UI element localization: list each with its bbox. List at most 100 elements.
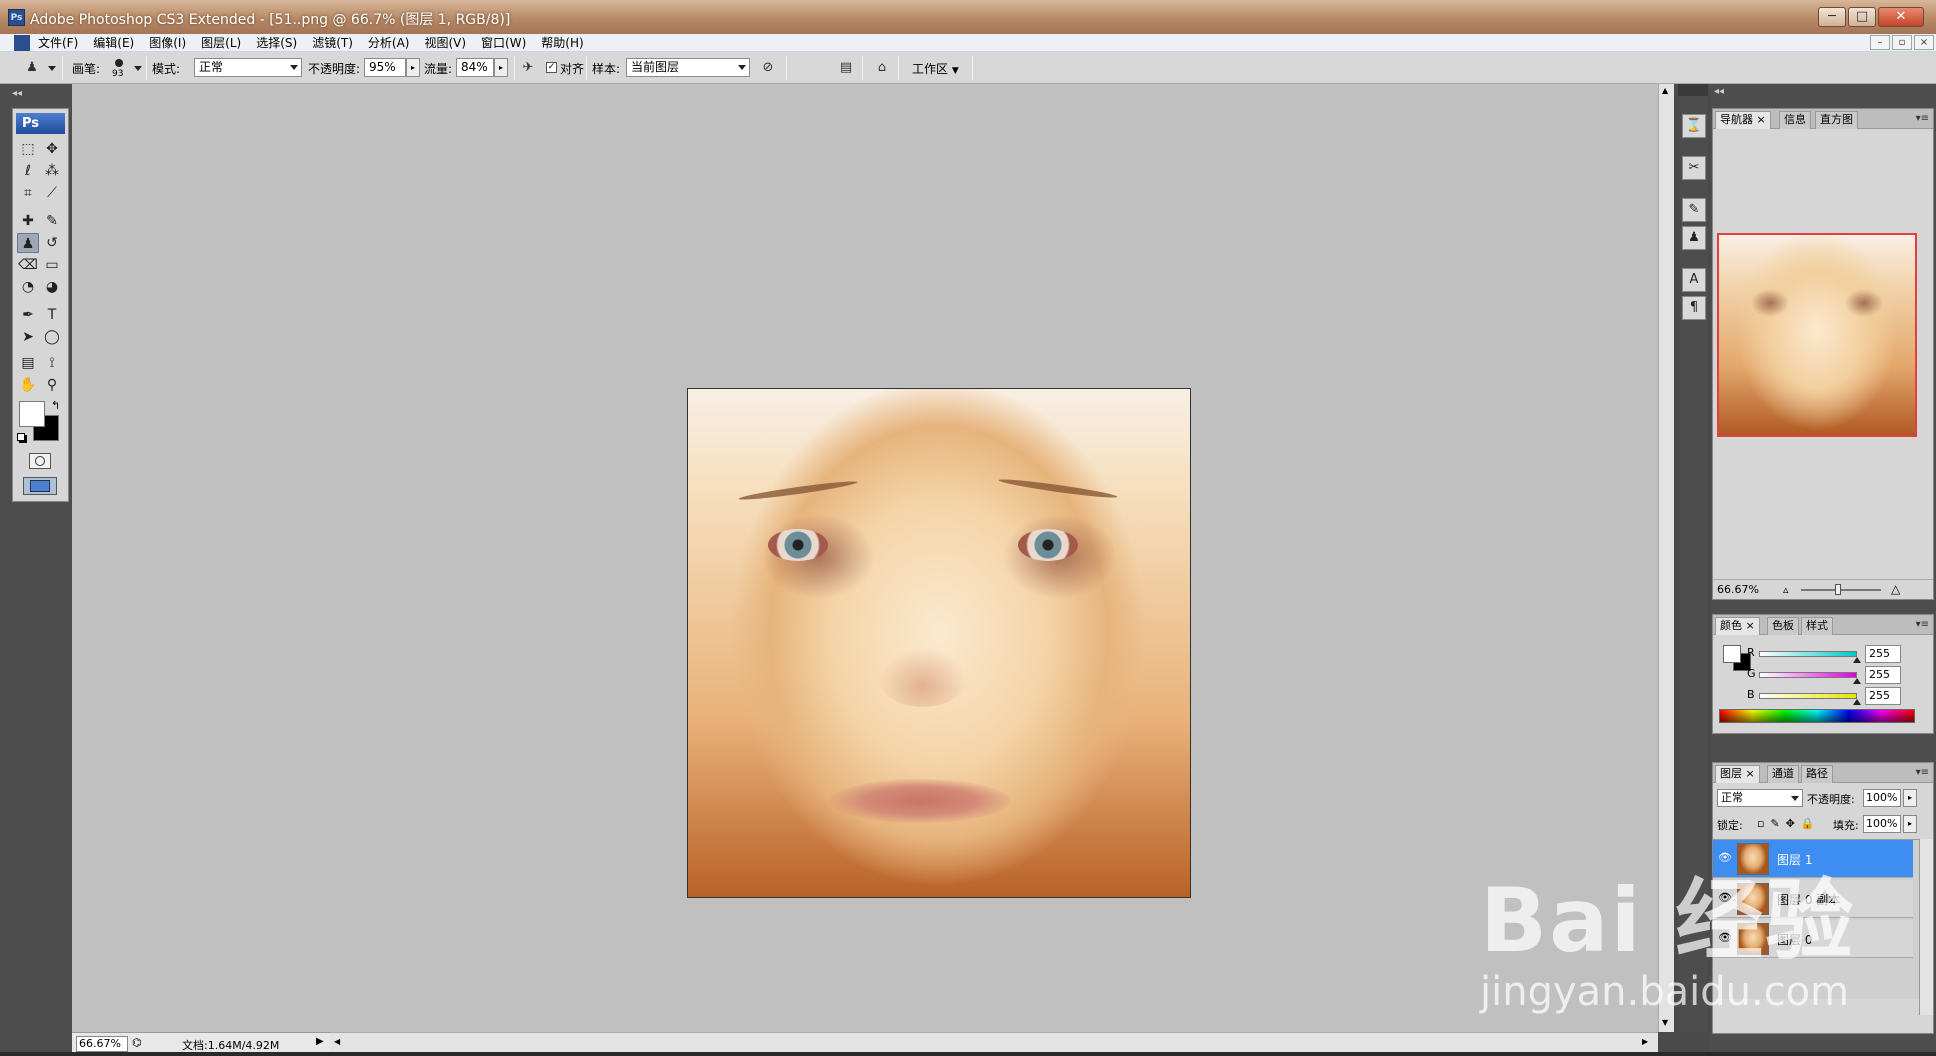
hand-tool-icon[interactable]: ✋: [17, 375, 39, 395]
tab-channels[interactable]: 通道: [1767, 765, 1799, 783]
zoom-in-icon[interactable]: △: [1891, 582, 1900, 596]
ignore-adjustment-layers-icon[interactable]: ⊘: [758, 58, 778, 78]
opacity-slider-button[interactable]: ▸: [406, 58, 420, 77]
lock-icons[interactable]: ▫✎✥🔒: [1757, 817, 1821, 830]
clone-stamp-tool-icon[interactable]: ♟: [17, 233, 39, 253]
maximize-button[interactable]: □: [1848, 7, 1876, 27]
panel-menu-icon[interactable]: ▾≡: [1916, 113, 1929, 124]
tab-info[interactable]: 信息: [1779, 111, 1811, 129]
clone-source-icon[interactable]: ♟: [1682, 226, 1706, 250]
title-bar[interactable]: Ps Adobe Photoshop CS3 Extended - [51..p…: [0, 0, 1936, 34]
notes-tool-icon[interactable]: ▤: [17, 353, 39, 373]
channel-value-r[interactable]: 255: [1865, 645, 1901, 663]
scroll-left-icon[interactable]: ◀: [334, 1037, 340, 1046]
menu-filter[interactable]: 滤镜(T): [312, 34, 353, 52]
crop-tool-icon[interactable]: ⌗: [17, 183, 39, 203]
dodge-tool-icon[interactable]: ◕: [41, 277, 63, 297]
status-icon[interactable]: ⌬: [132, 1036, 142, 1049]
color-fg-swatch[interactable]: [1723, 645, 1741, 663]
slider-thumb[interactable]: [1853, 699, 1861, 705]
slice-tool-icon[interactable]: ⟋: [41, 183, 63, 203]
menu-edit[interactable]: 编辑(E): [93, 34, 134, 52]
swap-colors-icon[interactable]: ↰: [51, 399, 60, 412]
blend-mode-select[interactable]: 正常: [1717, 789, 1803, 807]
zoom-field[interactable]: 66.67%: [76, 1036, 128, 1052]
menu-layer[interactable]: 图层(L): [201, 34, 241, 52]
scroll-down-icon[interactable]: ▼: [1662, 1018, 1668, 1027]
scroll-up-icon[interactable]: ▲: [1662, 86, 1668, 95]
fill-input[interactable]: 100%: [1863, 815, 1901, 833]
bridge-icon[interactable]: ⌂: [872, 58, 892, 78]
scroll-right-icon[interactable]: ▶: [1642, 1037, 1648, 1046]
navigator-zoom[interactable]: 66.67%: [1717, 583, 1759, 596]
healing-brush-tool-icon[interactable]: ✚: [17, 211, 39, 231]
aligned-checkbox[interactable]: ✓: [546, 62, 557, 73]
screen-mode-icon[interactable]: [23, 477, 57, 495]
layers-scrollbar[interactable]: [1919, 839, 1933, 1015]
chevron-down-icon[interactable]: [134, 66, 142, 71]
quick-mask-icon[interactable]: [29, 453, 51, 469]
move-tool-icon[interactable]: ✥: [41, 139, 63, 159]
gradient-tool-icon[interactable]: ▭: [41, 255, 63, 275]
tab-styles[interactable]: 样式: [1801, 617, 1833, 635]
pen-tool-icon[interactable]: ✒: [17, 305, 39, 325]
shape-tool-icon[interactable]: ◯: [41, 327, 63, 347]
slider-thumb[interactable]: [1853, 657, 1861, 663]
character-panel-icon[interactable]: A: [1682, 268, 1706, 292]
magic-wand-tool-icon[interactable]: ⁂: [41, 161, 63, 181]
doc-restore-button[interactable]: ▫: [1892, 35, 1912, 50]
history-brush-tool-icon[interactable]: ↺: [41, 233, 63, 253]
menu-file[interactable]: 文件(F): [38, 34, 78, 52]
panel-menu-icon[interactable]: ▾≡: [1916, 767, 1929, 778]
tool-preset-picker-icon[interactable]: ♟: [22, 58, 42, 78]
menu-select[interactable]: 选择(S): [256, 34, 297, 52]
path-selection-tool-icon[interactable]: ➤: [17, 327, 39, 347]
channel-value-b[interactable]: 255: [1865, 687, 1901, 705]
tab-paths[interactable]: 路径: [1801, 765, 1833, 783]
chevron-down-icon[interactable]: [48, 66, 56, 71]
minimize-button[interactable]: ─: [1818, 7, 1846, 27]
sample-select[interactable]: 当前图层: [626, 58, 750, 77]
channel-value-g[interactable]: 255: [1865, 666, 1901, 684]
layer-opacity-slider-button[interactable]: ▸: [1903, 789, 1917, 807]
slider-track[interactable]: [1759, 672, 1857, 678]
layer-opacity-input[interactable]: 100%: [1863, 789, 1901, 807]
dock-header[interactable]: [1678, 84, 1708, 96]
brush-picker[interactable]: 93: [110, 58, 130, 80]
close-button[interactable]: ✕: [1878, 7, 1924, 27]
palette-well-icon[interactable]: ▤: [836, 58, 856, 78]
slider-thumb[interactable]: [1853, 678, 1861, 684]
history-panel-icon[interactable]: ⌛: [1682, 114, 1706, 138]
menu-window[interactable]: 窗口(W): [481, 34, 526, 52]
opacity-input[interactable]: 95%: [364, 58, 406, 77]
collapse-dock-icon[interactable]: ◂◂: [1714, 86, 1724, 97]
brushes-panel-icon[interactable]: ✎: [1682, 198, 1706, 222]
zoom-tool-icon[interactable]: ⚲: [41, 375, 63, 395]
flow-slider-button[interactable]: ▸: [494, 58, 508, 77]
marquee-tool-icon[interactable]: ⬚: [17, 139, 39, 159]
tab-histogram[interactable]: 直方图: [1815, 111, 1858, 129]
default-colors-icon[interactable]: [17, 433, 25, 441]
blur-tool-icon[interactable]: ◔: [17, 277, 39, 297]
paragraph-panel-icon[interactable]: ¶: [1682, 296, 1706, 320]
menu-analysis[interactable]: 分析(A): [368, 34, 410, 52]
flow-input[interactable]: 84%: [456, 58, 494, 77]
tab-swatches[interactable]: 色板: [1767, 617, 1799, 635]
tab-navigator[interactable]: 导航器 ×: [1715, 111, 1771, 129]
tool-presets-icon[interactable]: ✂: [1682, 156, 1706, 180]
canvas-area[interactable]: [72, 84, 1658, 1032]
document-icon[interactable]: [14, 35, 30, 51]
navigator-zoom-slider[interactable]: [1801, 589, 1881, 591]
fill-slider-button[interactable]: ▸: [1903, 815, 1917, 833]
brush-tool-icon[interactable]: ✎: [41, 211, 63, 231]
mode-select[interactable]: 正常: [194, 58, 302, 77]
doc-close-button[interactable]: ×: [1914, 35, 1934, 50]
airbrush-icon[interactable]: ✈: [518, 58, 538, 78]
workspace-button[interactable]: 工作区 ▼: [912, 60, 959, 77]
document-canvas[interactable]: [687, 388, 1191, 898]
foreground-color-swatch[interactable]: [19, 401, 45, 427]
eraser-tool-icon[interactable]: ⌫: [17, 255, 39, 275]
menu-help[interactable]: 帮助(H): [541, 34, 583, 52]
tab-color[interactable]: 颜色 ×: [1715, 617, 1760, 635]
panel-menu-icon[interactable]: ▾≡: [1916, 619, 1929, 630]
